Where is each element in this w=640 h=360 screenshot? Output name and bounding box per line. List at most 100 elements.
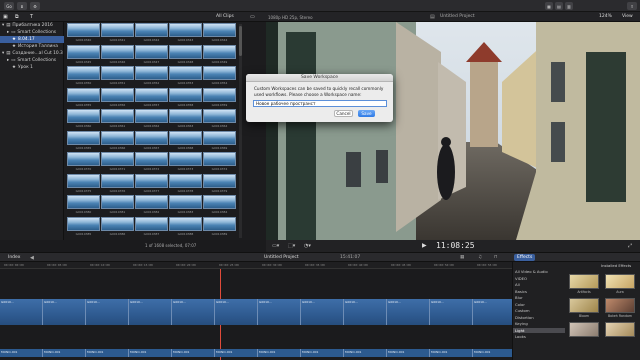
effects-category[interactable]: Light bbox=[513, 327, 565, 333]
viewer-timecode[interactable]: 11:08:25 bbox=[436, 241, 475, 250]
save-button[interactable]: Save bbox=[358, 110, 375, 117]
clip-thumbnail[interactable]: G0010389 bbox=[203, 216, 236, 236]
inspector-icon[interactable]: ▥ bbox=[565, 2, 573, 10]
clip-thumbnail[interactable]: G0010367 bbox=[135, 130, 168, 150]
timeline-clip[interactable]: G0010... bbox=[258, 299, 301, 325]
clip-thumbnail[interactable]: G0010375 bbox=[67, 173, 100, 193]
audio-clip[interactable]: MONO-001 bbox=[473, 349, 512, 357]
clip-thumbnail[interactable]: G0010382 bbox=[135, 195, 168, 214]
library-item[interactable]: ▸ ▭ Smart Collections bbox=[0, 29, 64, 36]
clip-thumbnail[interactable]: G0010379 bbox=[203, 173, 236, 193]
clip-thumbnail[interactable]: G0010374 bbox=[203, 152, 236, 171]
audio-clip[interactable]: MONO-001 bbox=[129, 349, 172, 357]
timeline-clip[interactable]: G0010... bbox=[387, 299, 430, 325]
library-item[interactable]: ▸ ▭ Smart Collections bbox=[0, 57, 64, 64]
effects-category[interactable]: Color bbox=[513, 302, 565, 308]
effects-category[interactable]: All bbox=[513, 282, 565, 288]
clip-filter-dropdown[interactable]: All Clips bbox=[216, 14, 234, 19]
effects-category[interactable]: Custom bbox=[513, 308, 565, 314]
audio-clip[interactable]: MONO-001 bbox=[0, 349, 43, 357]
timeline-clip[interactable]: G0010... bbox=[301, 299, 344, 325]
filmstrip-icon[interactable]: ▭ bbox=[250, 14, 255, 20]
clip-thumbnail[interactable]: G0010362 bbox=[135, 109, 168, 128]
browser-scrollbar[interactable] bbox=[239, 24, 242, 238]
effects-category[interactable]: Distortion bbox=[513, 315, 565, 321]
clip-thumbnail[interactable]: G0010370 bbox=[67, 152, 100, 171]
disclosure-icon[interactable]: ▾ bbox=[2, 51, 4, 56]
clip-thumbnail[interactable]: G0010355 bbox=[67, 87, 100, 107]
audio-clip[interactable]: MONO-001 bbox=[215, 349, 258, 357]
audio-clip[interactable]: MONO-001 bbox=[43, 349, 86, 357]
timeline-clip[interactable]: G0010... bbox=[43, 299, 86, 325]
speed-icon[interactable]: ◔▾ bbox=[304, 243, 311, 249]
workspace-name-input[interactable] bbox=[253, 100, 387, 107]
audio-clip[interactable]: MONO-001 bbox=[387, 349, 430, 357]
grid-icon[interactable]: ▦ bbox=[545, 2, 553, 10]
back-button[interactable]: Go bbox=[4, 2, 14, 10]
timeline-clip[interactable]: G0010... bbox=[430, 299, 473, 325]
timeline-clip[interactable]: G0010... bbox=[0, 299, 43, 325]
view-menu[interactable]: View bbox=[622, 14, 633, 19]
clip-thumbnail[interactable]: G0010373 bbox=[169, 152, 202, 171]
clip-thumbnail[interactable]: G0010381 bbox=[101, 195, 134, 214]
clip-thumbnail[interactable]: G0010344 bbox=[203, 23, 236, 42]
clip-thumbnail[interactable]: G0010357 bbox=[135, 87, 168, 107]
clip-thumbnail[interactable]: G0010363 bbox=[169, 109, 202, 128]
clip-thumbnail[interactable]: G0010347 bbox=[135, 44, 168, 64]
effect-thumbnail[interactable]: Bokeh Random bbox=[605, 298, 635, 318]
photos-icon[interactable]: ⧉ bbox=[15, 14, 19, 20]
viewer[interactable] bbox=[266, 22, 640, 240]
clip-thumbnail[interactable]: G0010364 bbox=[203, 109, 236, 128]
timeline-clip[interactable]: G0010... bbox=[129, 299, 172, 325]
audio-clip[interactable]: MONO-001 bbox=[258, 349, 301, 357]
effects-category[interactable]: VIDEO bbox=[513, 276, 565, 282]
library-icon[interactable]: ▣ bbox=[3, 14, 8, 20]
disclosure-icon[interactable]: ▸ bbox=[7, 58, 9, 63]
clip-thumbnail[interactable]: G0010353 bbox=[169, 66, 202, 85]
index-button[interactable]: Index bbox=[8, 255, 20, 260]
audio-clip[interactable]: MONO-001 bbox=[86, 349, 129, 357]
library-item[interactable]: ★ История Таллина bbox=[0, 43, 64, 50]
clip-thumbnail[interactable]: G0010346 bbox=[101, 44, 134, 64]
effects-category[interactable]: Blur bbox=[513, 295, 565, 301]
keyword-button[interactable]: ⚙ bbox=[30, 2, 40, 10]
timeline-clip[interactable]: G0010... bbox=[473, 299, 512, 325]
clip-thumbnail[interactable]: G0010368 bbox=[169, 130, 202, 150]
clip-thumbnail[interactable]: G0010341 bbox=[101, 23, 134, 42]
clip-thumbnail[interactable]: G0010345 bbox=[67, 44, 100, 64]
zoom-dropdown[interactable]: 124% bbox=[599, 14, 612, 19]
clip-thumbnail[interactable]: G0010380 bbox=[67, 195, 100, 214]
clip-thumbnail[interactable]: G0010358 bbox=[169, 87, 202, 107]
library-item[interactable]: ★ Урок 1 bbox=[0, 64, 64, 71]
viewer-options-icon[interactable]: ▭▾ bbox=[272, 243, 279, 249]
library-item[interactable]: ▾ ▤ Прибалтика 2016 bbox=[0, 22, 64, 29]
timeline-ruler[interactable]: 00:00:00:00 00:00:05:00 00:00:10:00 00:00:1… bbox=[0, 262, 512, 269]
clip-thumbnail[interactable]: G0010360 bbox=[67, 109, 100, 128]
clip-thumbnail[interactable]: G0010340 bbox=[67, 23, 100, 42]
tab-effects[interactable]: Effects bbox=[514, 254, 536, 261]
library-item[interactable]: ★ 8.04.17 bbox=[0, 36, 64, 43]
clip-thumbnail[interactable]: G0010356 bbox=[101, 87, 134, 107]
effect-thumbnail[interactable] bbox=[605, 322, 635, 342]
transform-icon[interactable]: ⬚▾ bbox=[288, 243, 295, 249]
timeline-clip[interactable]: G0010... bbox=[344, 299, 387, 325]
share-icon[interactable]: ⇪ bbox=[627, 2, 637, 10]
timeline-clip[interactable]: G0010... bbox=[172, 299, 215, 325]
play-button[interactable]: ▶ bbox=[422, 242, 427, 249]
timeline-clip[interactable]: G0010... bbox=[215, 299, 258, 325]
audio-clip[interactable]: MONO-001 bbox=[301, 349, 344, 357]
clip-thumbnail[interactable]: G0010378 bbox=[169, 173, 202, 193]
timeline-tracks[interactable]: G0010... G0010... G0010... G0010... G0010...… bbox=[0, 269, 512, 360]
clip-thumbnail[interactable]: G0010348 bbox=[169, 44, 202, 64]
effects-category[interactable]: All Video & Audio bbox=[513, 269, 565, 275]
clip-appearance-icon[interactable]: ▦ bbox=[460, 255, 464, 260]
timeline-clip[interactable]: G0010... bbox=[86, 299, 129, 325]
snapping-icon[interactable]: ⊓ bbox=[494, 255, 498, 260]
effects-category[interactable]: Looks bbox=[513, 334, 565, 340]
clip-thumbnail[interactable]: G0010387 bbox=[135, 216, 168, 236]
installed-effects-menu[interactable]: Installed Effects bbox=[601, 263, 631, 268]
disclosure-icon[interactable]: ▸ bbox=[7, 30, 9, 35]
fullscreen-icon[interactable]: ⤢ bbox=[628, 243, 632, 249]
library-item[interactable]: ▾ ▤ Создание...al Cut 10.3 bbox=[0, 50, 64, 57]
clip-thumbnail[interactable]: G0010365 bbox=[67, 130, 100, 150]
